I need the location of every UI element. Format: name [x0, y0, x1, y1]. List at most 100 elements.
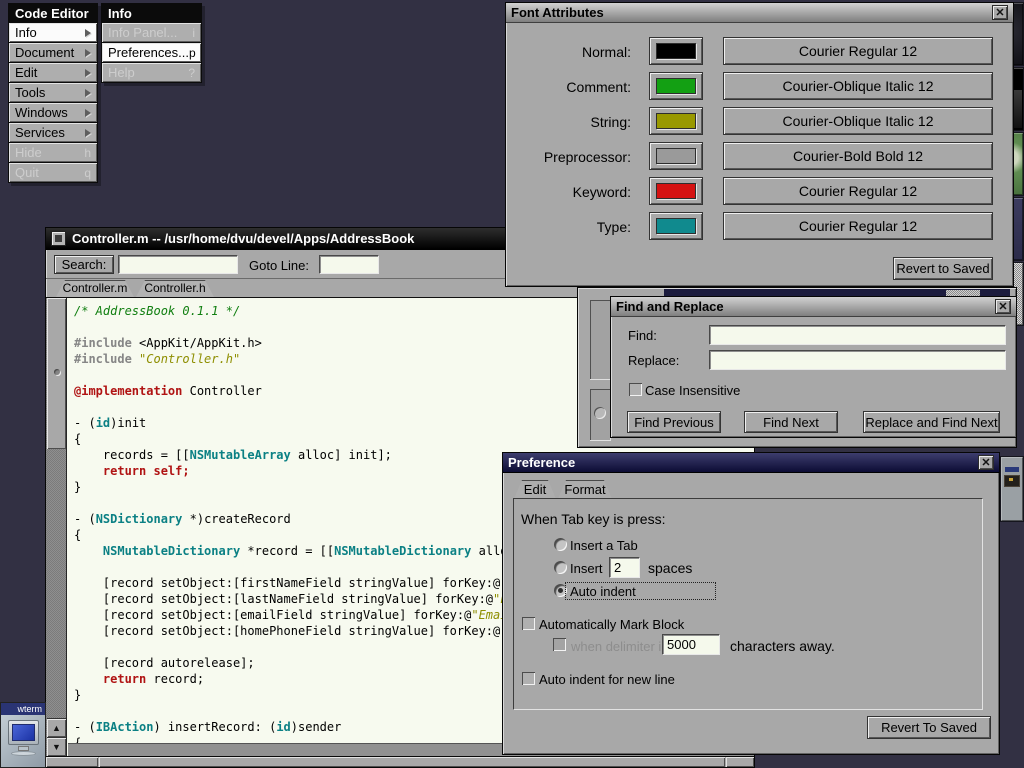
preprocessor-font-button[interactable]: Courier-Bold Bold 12 — [723, 142, 993, 170]
auto-indent-newline-checkbox[interactable] — [522, 672, 535, 685]
find-input[interactable] — [709, 325, 1006, 345]
tab-controller-h[interactable]: Controller.h — [136, 280, 214, 297]
main-menu: Code Editor Info Document Edit Tools Win… — [8, 3, 98, 183]
font-attributes-panel: Font Attributes ✕ Normal: Courier Regula… — [505, 2, 1014, 287]
mark-block-label: Automatically Mark Block — [539, 617, 684, 632]
goto-line-input[interactable] — [319, 255, 379, 274]
delimiter-label: when delimiter i — [571, 639, 661, 654]
menu-item-windows[interactable]: Windows — [9, 103, 97, 122]
submenu-arrow-icon — [85, 29, 91, 37]
info-submenu-title[interactable]: Info — [102, 4, 201, 22]
submenu-arrow-icon — [85, 89, 91, 97]
normal-font-button[interactable]: Courier Regular 12 — [723, 37, 993, 65]
scroll-up-button[interactable]: ▲ — [47, 718, 66, 737]
case-insensitive-label: Case Insensitive — [645, 383, 740, 398]
shortcut-label: i — [192, 26, 195, 40]
tab-format[interactable]: Format — [558, 480, 612, 499]
insert-tab-radio[interactable] — [554, 538, 567, 551]
preprocessor-label: Preprocessor: — [506, 149, 631, 165]
submenu-arrow-icon — [85, 49, 91, 57]
background-circle-fragment — [594, 407, 606, 419]
type-font-button[interactable]: Courier Regular 12 — [723, 212, 993, 240]
delimiter-checkbox[interactable] — [553, 638, 566, 651]
search-button[interactable]: Search: — [54, 255, 114, 274]
menu-item-info[interactable]: Info — [9, 23, 97, 42]
background-panel-box-1 — [590, 300, 611, 380]
delimiter-count-input[interactable] — [662, 634, 720, 655]
close-icon[interactable]: ✕ — [978, 455, 994, 470]
comment-color-swatch — [656, 78, 696, 94]
keyword-label: Keyword: — [506, 184, 631, 200]
resize-handle-left[interactable] — [46, 757, 98, 767]
tab-edit[interactable]: Edit — [514, 480, 556, 499]
resize-handle-right[interactable] — [726, 757, 754, 767]
wterm-label: wterm — [1, 703, 45, 715]
preprocessor-color-well[interactable] — [649, 142, 703, 170]
close-icon[interactable]: ✕ — [995, 299, 1011, 314]
menu-item-help[interactable]: Help? — [102, 63, 201, 82]
search-input[interactable] — [118, 255, 238, 274]
type-color-well[interactable] — [649, 212, 703, 240]
menu-item-edit[interactable]: Edit — [9, 63, 97, 82]
insert-tab-label: Insert a Tab — [570, 538, 638, 553]
shortcut-label: q — [84, 166, 91, 180]
revert-to-saved-button[interactable]: Revert To Saved — [867, 716, 991, 739]
scroll-down-button[interactable]: ▼ — [47, 737, 66, 756]
case-insensitive-checkbox[interactable] — [629, 383, 642, 396]
auto-indent-newline-label: Auto indent for new line — [539, 672, 675, 687]
preference-titlebar[interactable]: Preference ✕ — [503, 453, 999, 473]
mark-block-checkbox[interactable] — [522, 617, 535, 630]
find-replace-title: Find and Replace — [616, 299, 724, 314]
window-resize-bar[interactable] — [46, 756, 754, 767]
comment-font-button[interactable]: Courier-Oblique Italic 12 — [723, 72, 993, 100]
keyword-color-swatch — [656, 183, 696, 199]
replace-and-find-next-button[interactable]: Replace and Find Next — [863, 411, 1000, 433]
normal-color-swatch — [656, 43, 696, 59]
keyword-color-well[interactable] — [649, 177, 703, 205]
replace-input[interactable] — [709, 350, 1006, 370]
find-previous-button[interactable]: Find Previous — [627, 411, 721, 433]
delimiter-suffix-label: characters away. — [730, 638, 835, 654]
dock-tile-toolbox-icon[interactable] — [1000, 456, 1024, 522]
resize-handle-middle[interactable] — [99, 757, 725, 767]
miniaturize-button[interactable] — [51, 231, 66, 246]
string-font-button[interactable]: Courier-Oblique Italic 12 — [723, 107, 993, 135]
menu-item-services[interactable]: Services — [9, 123, 97, 142]
submenu-arrow-icon — [85, 69, 91, 77]
replace-label: Replace: — [628, 353, 679, 368]
shortcut-label: ? — [188, 66, 195, 80]
menu-item-info-panel[interactable]: Info Panel...i — [102, 23, 201, 42]
normal-color-well[interactable] — [649, 37, 703, 65]
menu-item-hide[interactable]: Hideh — [9, 143, 97, 162]
string-color-well[interactable] — [649, 107, 703, 135]
vertical-scrollbar-knob[interactable] — [47, 298, 66, 449]
submenu-arrow-icon — [85, 109, 91, 117]
string-color-swatch — [656, 113, 696, 129]
menu-item-preferences[interactable]: Preferences...p — [102, 43, 201, 62]
spaces-count-input[interactable] — [609, 557, 640, 578]
font-attributes-titlebar[interactable]: Font Attributes ✕ — [506, 3, 1013, 23]
font-attributes-title: Font Attributes — [511, 5, 604, 20]
wterm-miniwindow[interactable]: wterm — [0, 702, 46, 768]
preference-panel: Preference ✕ Edit Format When Tab key is… — [502, 452, 1000, 755]
desktop: { "colors": { "desktop": "#323043", "win… — [0, 0, 1024, 768]
close-icon[interactable]: ✕ — [992, 5, 1008, 20]
vertical-scrollbar[interactable]: ▲ ▼ — [46, 298, 67, 756]
type-label: Type: — [506, 219, 631, 235]
tab-controller-m[interactable]: Controller.m — [56, 280, 134, 297]
menu-item-quit[interactable]: Quitq — [9, 163, 97, 182]
miniaturize-icon — [55, 235, 62, 242]
comment-color-well[interactable] — [649, 72, 703, 100]
revert-to-saved-button[interactable]: Revert to Saved — [893, 257, 993, 280]
find-next-button[interactable]: Find Next — [744, 411, 838, 433]
menu-item-tools[interactable]: Tools — [9, 83, 97, 102]
toolbox-latch — [1009, 478, 1013, 481]
keyword-font-button[interactable]: Courier Regular 12 — [723, 177, 993, 205]
menu-item-document[interactable]: Document — [9, 43, 97, 62]
spaces-suffix-label: spaces — [648, 560, 692, 576]
find-replace-titlebar[interactable]: Find and Replace ✕ — [611, 297, 1016, 317]
main-menu-title[interactable]: Code Editor — [9, 4, 97, 22]
background-panel-box-2 — [590, 389, 611, 441]
tab-key-label: When Tab key is press: — [521, 511, 665, 527]
insert-spaces-radio[interactable] — [554, 561, 567, 574]
